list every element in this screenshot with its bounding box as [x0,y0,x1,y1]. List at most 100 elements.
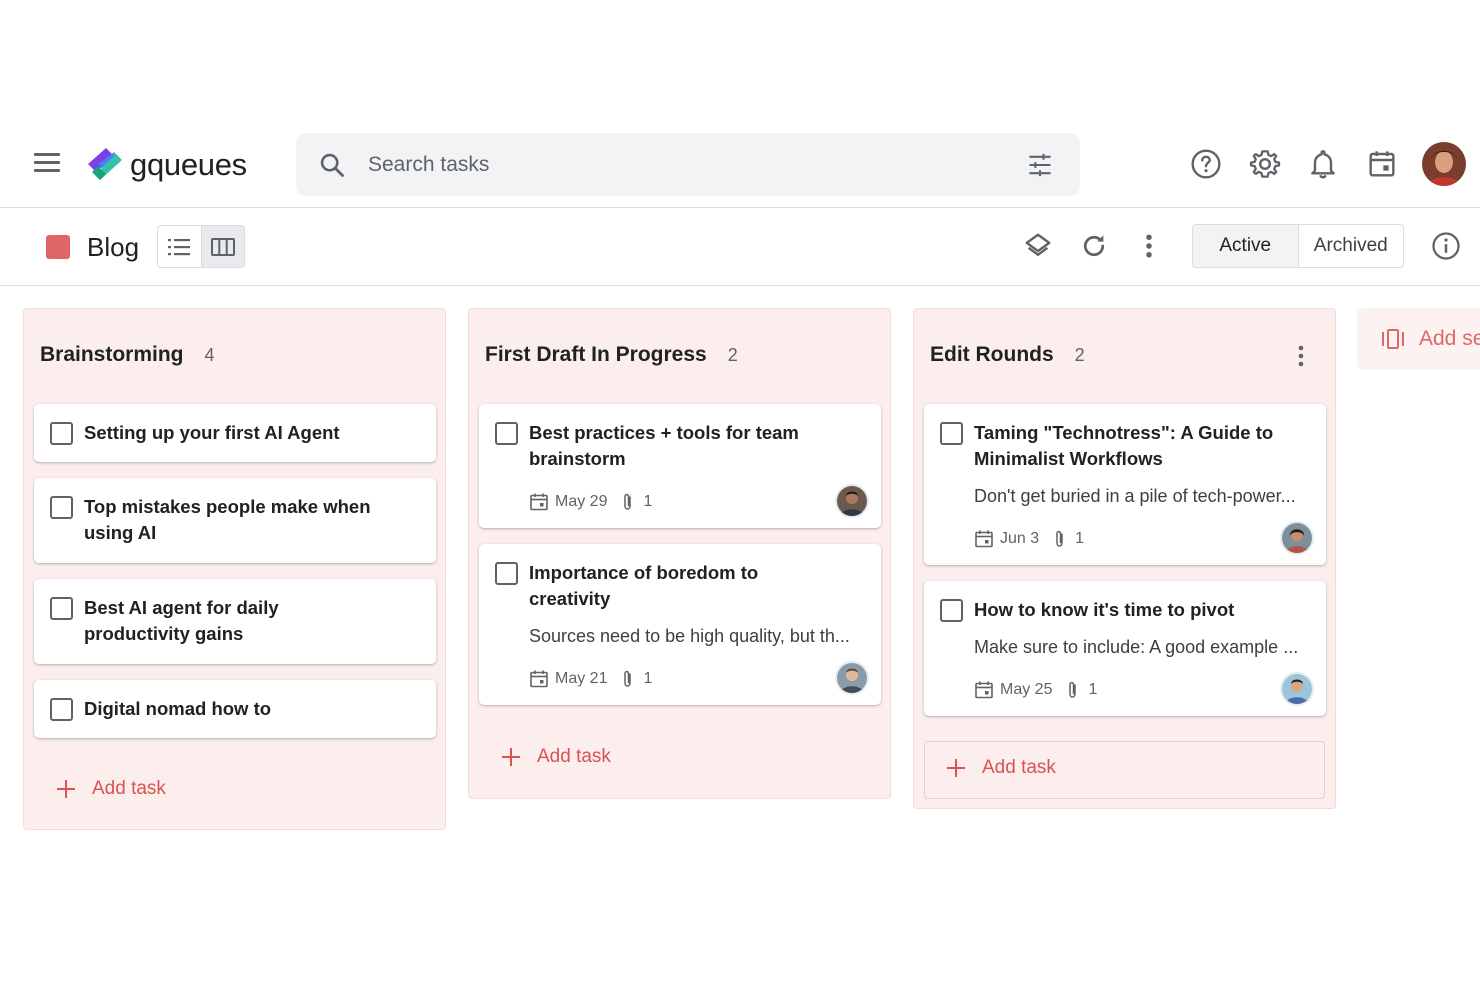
task-title: Digital nomad how to [84,698,272,719]
due-date: Jun 3 [1000,530,1040,547]
add-task-label: Add task [537,746,611,767]
add-section-icon [1382,329,1404,349]
task-card[interactable]: Taming "Technotress": A Guide to Minimal… [924,404,1326,565]
active-archived-toggle: Active Archived [1192,224,1404,268]
calendar-icon [530,493,548,511]
task-meta: May 25 1 [974,680,1097,700]
search-bar[interactable] [296,133,1080,196]
user-avatar[interactable] [1422,142,1466,186]
task-meta: May 21 1 [529,669,652,689]
hamburger-icon[interactable] [34,153,60,173]
calendar-icon [975,530,993,548]
task-description: Make sure to include: A good example ... [974,637,1299,657]
plus-icon [502,748,520,766]
add-task-label: Add task [92,778,166,799]
archived-filter-button[interactable]: Archived [1299,225,1404,267]
task-checkbox[interactable] [50,698,73,721]
project-color-swatch [46,235,70,259]
list-view-icon [168,238,191,255]
task-checkbox[interactable] [940,422,963,445]
project-toolbar: Blog Active Archived [0,208,1480,286]
column-task-count: 2 [727,345,738,365]
task-title: Setting up your first AI Agent [84,422,340,443]
assignee-avatar[interactable] [1280,672,1314,706]
column-header: Edit Rounds 2 [930,343,1085,367]
project-title[interactable]: Blog [87,232,139,263]
assignee-avatar[interactable] [835,484,869,518]
task-title: Best AI agent for daily productivity gai… [84,597,279,644]
user-avatar-image [1422,142,1466,186]
active-filter-button[interactable]: Active [1193,225,1299,267]
task-checkbox[interactable] [940,599,963,622]
task-title: Best practices + tools for team brainsto… [529,422,799,469]
column-brainstorming: Brainstorming 4 Setting up your first AI… [23,308,446,830]
task-card[interactable]: How to know it's time to pivot Make sure… [924,581,1326,716]
board-view-button[interactable] [200,226,244,267]
add-task-button[interactable]: Add task [501,746,611,768]
layers-icon[interactable] [1023,231,1053,261]
list-view-button[interactable] [158,226,201,267]
add-section-button[interactable]: Add se [1357,308,1480,370]
task-card[interactable]: Setting up your first AI Agent [34,404,436,462]
calendar-icon [975,681,993,699]
column-first-draft: First Draft In Progress 2 Best practices… [468,308,891,799]
add-task-button[interactable]: Add task [56,778,166,800]
assignee-avatar[interactable] [835,661,869,695]
task-card[interactable]: Best practices + tools for team brainsto… [479,404,881,528]
bell-icon[interactable] [1307,148,1339,180]
due-date: May 21 [555,670,608,687]
view-toggle [157,225,245,268]
task-title: How to know it's time to pivot [974,599,1235,620]
attachment-icon [624,670,632,687]
task-card[interactable]: Importance of boredom to creativity Sour… [479,544,881,705]
attachment-icon [1069,681,1077,698]
column-title[interactable]: Edit Rounds [930,343,1054,367]
refresh-icon[interactable] [1079,231,1109,261]
attachment-icon [624,493,632,510]
column-task-count: 2 [1074,345,1085,365]
column-task-count: 4 [204,345,215,365]
task-card[interactable]: Best AI agent for daily productivity gai… [34,579,436,664]
gear-icon[interactable] [1249,148,1281,180]
search-icon[interactable] [318,151,346,179]
due-date: May 29 [555,493,608,510]
task-card[interactable]: Top mistakes people make when using AI [34,478,436,563]
task-title: Importance of boredom to creativity [529,562,759,609]
app-name: gqueues [130,147,247,182]
column-edit-rounds: Edit Rounds 2 Taming "Technotress": A Gu… [913,308,1336,809]
attachment-count: 1 [1088,681,1098,698]
task-card[interactable]: Digital nomad how to [34,680,436,738]
plus-icon [947,759,965,777]
task-checkbox[interactable] [50,422,73,445]
column-title[interactable]: First Draft In Progress [485,343,707,367]
more-vert-icon[interactable] [1134,231,1164,261]
task-title: Top mistakes people make when using AI [84,496,371,543]
app-logo[interactable]: gqueues [84,144,247,186]
add-section-label: Add se [1419,327,1480,350]
calendar-icon [530,670,548,688]
due-date: May 25 [1000,681,1053,698]
add-task-button[interactable]: Add task [946,757,1056,779]
attachment-count: 1 [643,493,653,510]
search-input[interactable] [368,147,1008,183]
calendar-icon[interactable] [1366,148,1398,180]
task-title: Taming "Technotress": A Guide to Minimal… [974,422,1274,469]
top-app-bar: gqueues [0,120,1480,208]
assignee-avatar[interactable] [1280,521,1314,555]
gqueues-logo-icon [88,148,122,180]
more-vert-icon[interactable] [1289,343,1313,369]
task-checkbox[interactable] [50,597,73,620]
info-icon[interactable] [1431,231,1461,261]
task-description: Sources need to be high quality, but th.… [529,626,850,646]
task-meta: Jun 3 1 [974,529,1084,549]
tune-icon[interactable] [1026,151,1054,179]
task-checkbox[interactable] [495,562,518,585]
task-meta: May 29 1 [529,492,652,512]
task-checkbox[interactable] [50,496,73,519]
add-task-label: Add task [982,757,1056,778]
column-header: First Draft In Progress 2 [485,343,738,367]
attachment-count: 1 [643,670,653,687]
task-checkbox[interactable] [495,422,518,445]
column-title[interactable]: Brainstorming [40,343,184,367]
help-icon[interactable] [1190,148,1222,180]
